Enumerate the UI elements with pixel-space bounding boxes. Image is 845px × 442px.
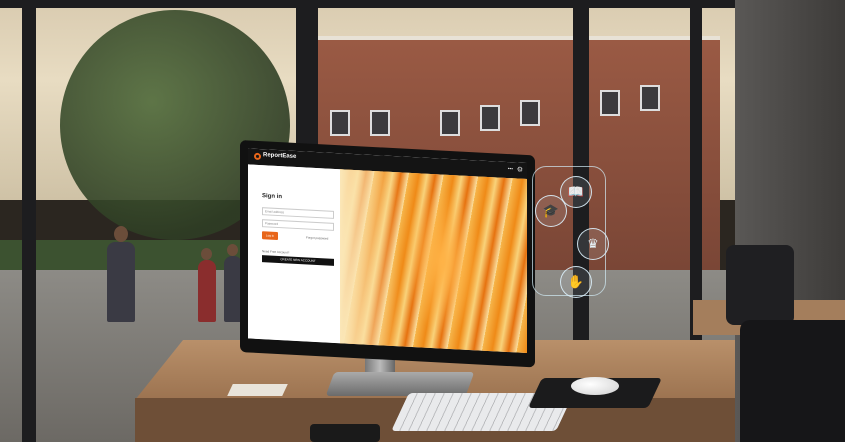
monitor: ReportEase ••• ⚙ Sign in Email address P… <box>240 140 535 368</box>
student <box>198 260 216 322</box>
building-window <box>600 90 620 116</box>
login-button[interactable]: Log in <box>262 231 278 240</box>
building-window <box>330 110 350 136</box>
brand-name: ReportEase <box>263 152 297 160</box>
building-window <box>440 110 460 136</box>
window-mullion <box>22 0 36 442</box>
monitor-screen: ReportEase ••• ⚙ Sign in Email address P… <box>248 148 527 354</box>
office-chair-foreground <box>740 320 845 442</box>
art-highlight <box>340 169 400 347</box>
menu-icon[interactable]: ••• <box>508 166 513 172</box>
logo-icon <box>254 152 261 161</box>
business-card <box>227 384 288 396</box>
building-window <box>520 100 540 126</box>
book-icon: 📖 <box>560 176 592 208</box>
student-head <box>201 248 212 260</box>
settings-icon[interactable]: ⚙ <box>517 166 523 174</box>
signin-title: Sign in <box>262 193 282 201</box>
window-frame-top <box>0 0 845 8</box>
office-scene: ReportEase ••• ⚙ Sign in Email address P… <box>0 0 845 442</box>
building-window <box>640 85 660 111</box>
hand-gesture-icon: ✋ <box>560 266 592 298</box>
signin-panel <box>248 164 340 344</box>
office-chair <box>726 245 794 325</box>
student-head <box>227 244 238 256</box>
person-walking <box>107 242 135 322</box>
building-window <box>370 110 390 136</box>
crown-icon: ♛ <box>577 228 609 260</box>
building-window <box>480 105 500 131</box>
person-head <box>114 226 128 242</box>
smartphone <box>310 424 380 442</box>
mouse <box>571 377 619 395</box>
